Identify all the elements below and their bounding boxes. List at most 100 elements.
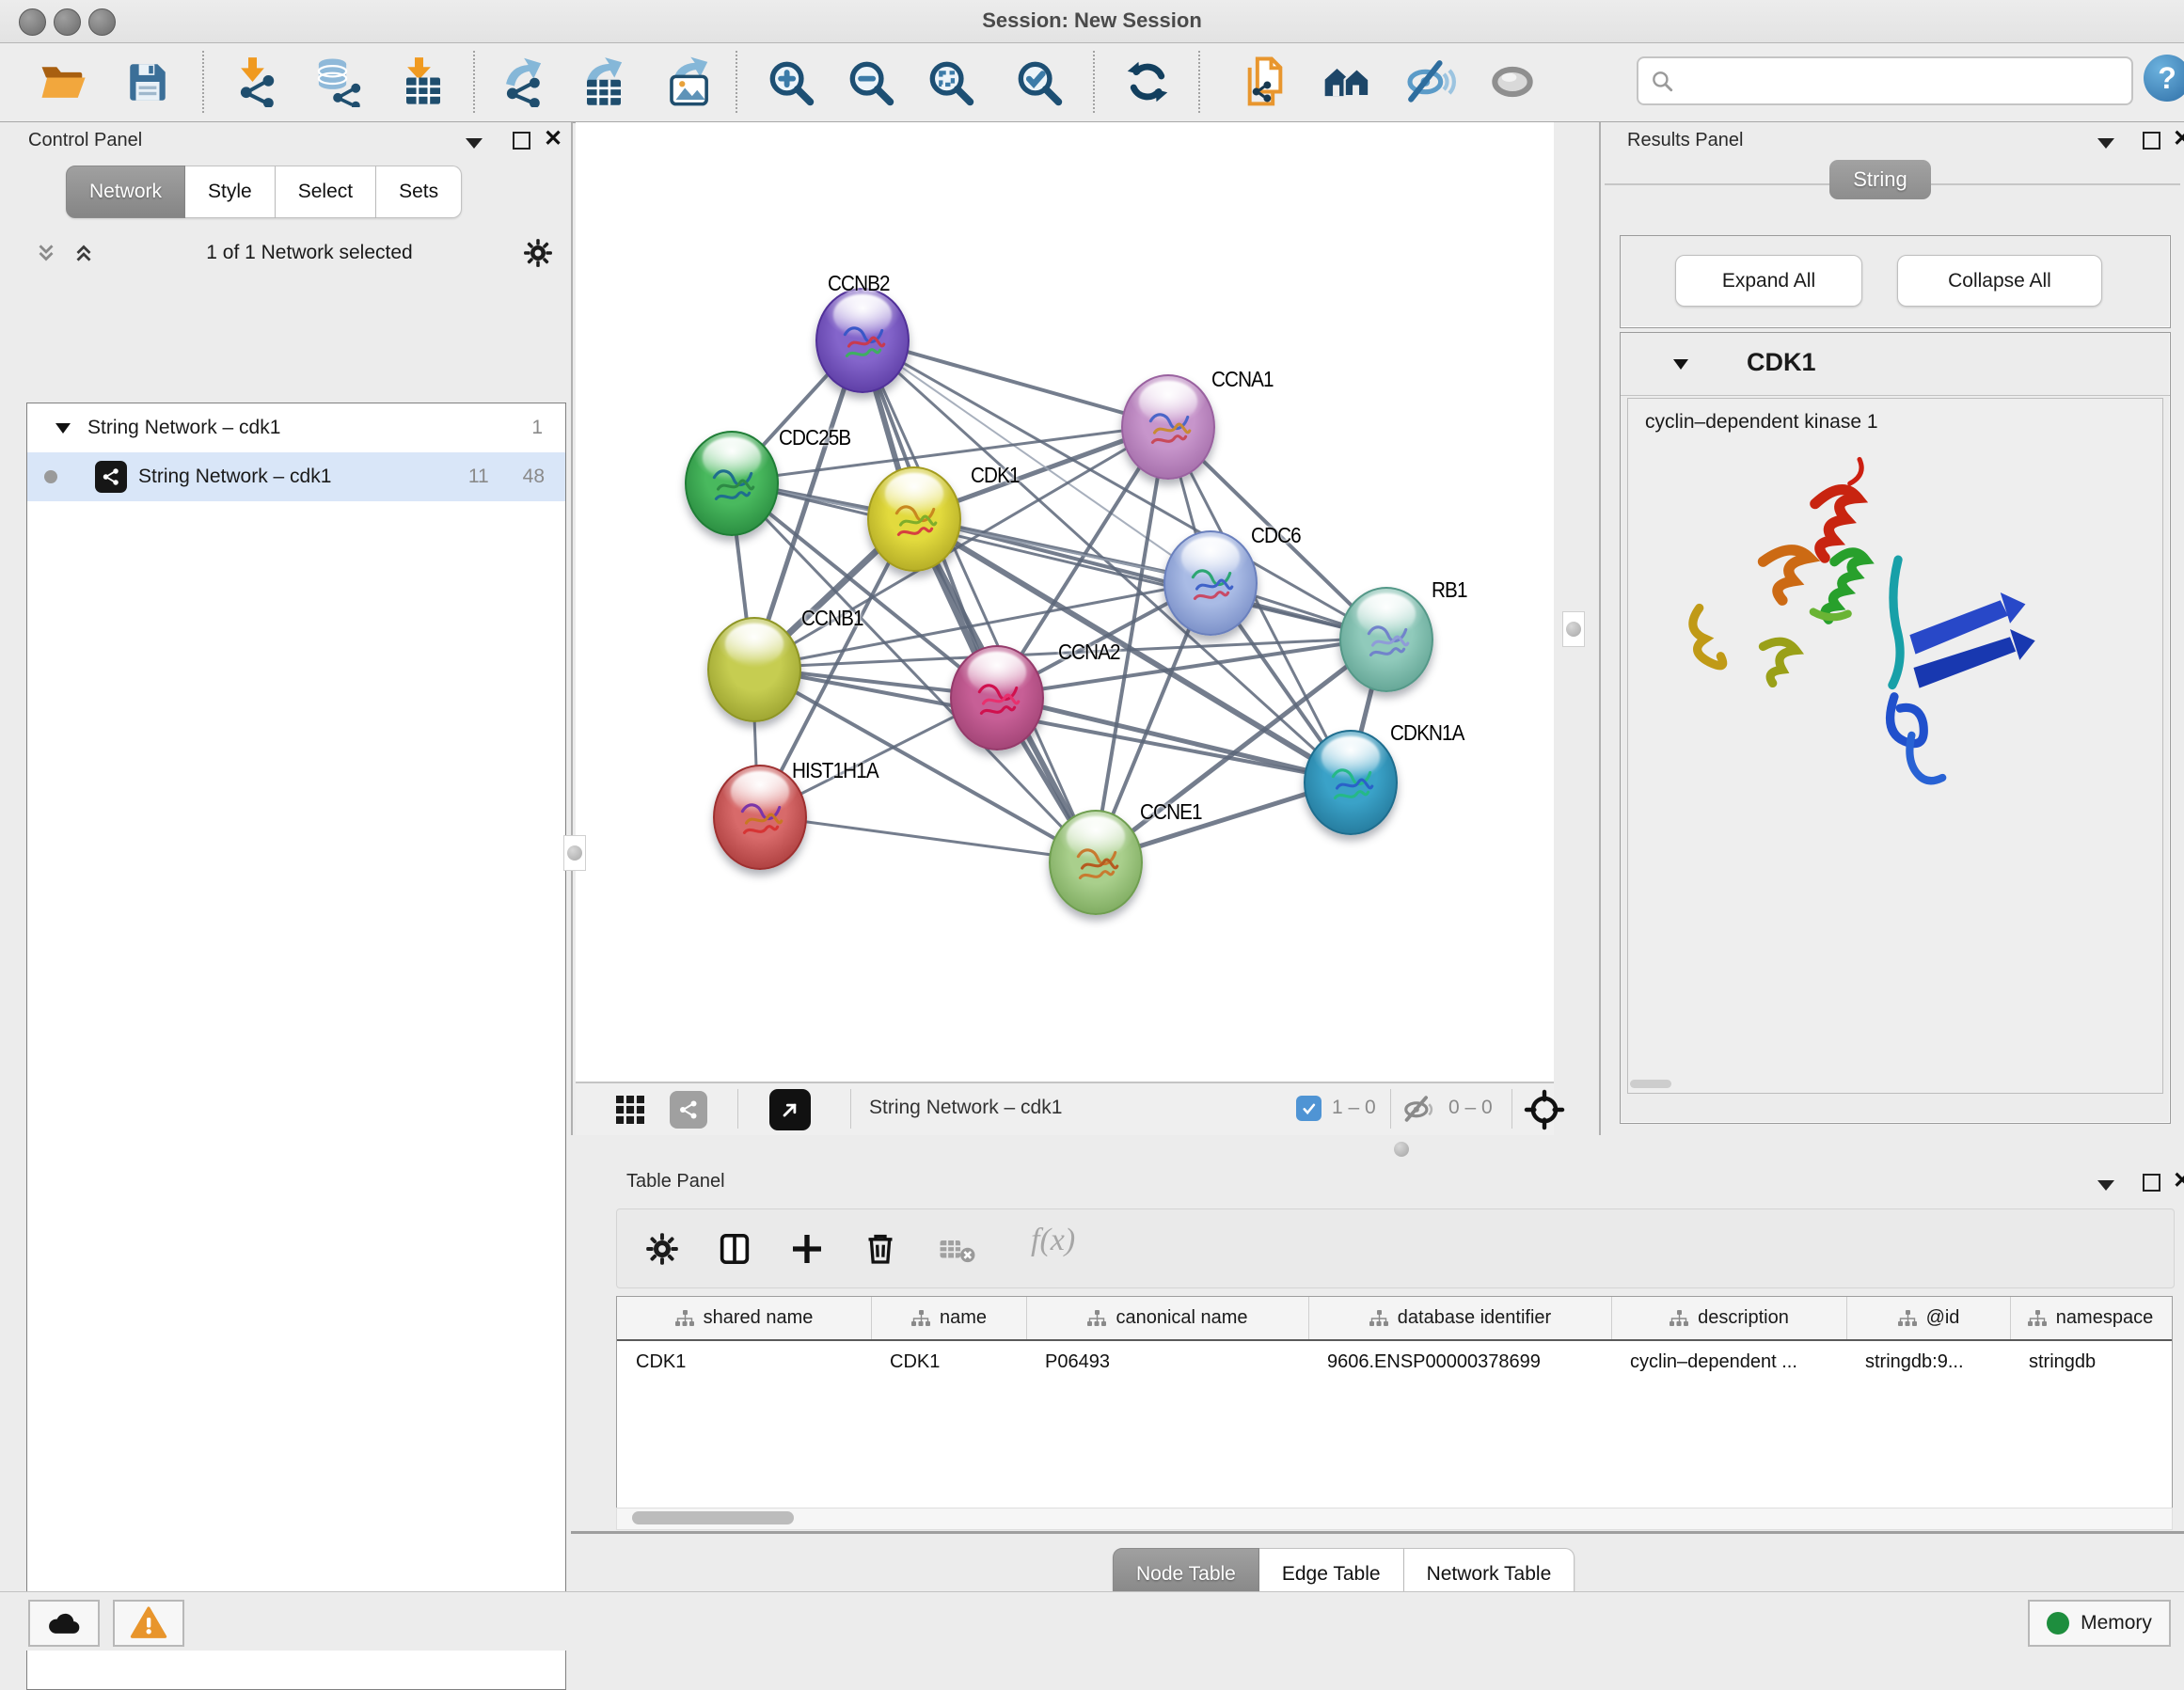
zoom-out-button[interactable]	[843, 55, 897, 109]
hide-selected-button[interactable]	[1402, 55, 1457, 109]
left-splitter-handle[interactable]	[563, 835, 586, 871]
network-list-header: 1 of 1 Network selected	[26, 226, 564, 280]
import-network-from-file-button[interactable]	[229, 55, 284, 109]
node-CDC6[interactable]	[1163, 530, 1258, 636]
column-header-name[interactable]: name	[871, 1297, 1026, 1339]
table-cell[interactable]: 9606.ENSP00000378699	[1308, 1341, 1611, 1383]
tab-network[interactable]: Network	[66, 166, 185, 218]
node-CDK1[interactable]	[867, 466, 961, 572]
table-settings-gear-icon[interactable]	[645, 1232, 679, 1266]
column-header-label: shared name	[704, 1307, 814, 1329]
splitter-grip-icon[interactable]	[1394, 1142, 1409, 1157]
network-view-type-icon[interactable]	[670, 1091, 707, 1129]
column-header-id[interactable]: @id	[1846, 1297, 2010, 1339]
table-hscrollbar-track[interactable]	[616, 1508, 2173, 1530]
right-splitter-handle[interactable]	[1562, 611, 1585, 647]
selected-nodes-checkbox[interactable]	[1296, 1096, 1321, 1121]
save-session-button[interactable]	[120, 55, 175, 109]
control-panel-float-icon[interactable]	[513, 132, 530, 154]
network-view-title: String Network – cdk1	[869, 1097, 1062, 1119]
attribute-tree-icon	[675, 1310, 694, 1327]
collection-expand-icon[interactable]	[55, 423, 71, 434]
node-RB1[interactable]	[1339, 587, 1433, 692]
home-button[interactable]	[1320, 55, 1374, 109]
zoom-selected-button[interactable]	[1011, 55, 1066, 109]
edge-CCNB2-CCNE1[interactable]	[861, 339, 1094, 861]
expand-all-tree-icon[interactable]	[71, 241, 96, 265]
node-CCNB1[interactable]	[707, 617, 801, 722]
import-network-from-database-button[interactable]	[309, 55, 364, 109]
table-panel-float-icon[interactable]	[2143, 1174, 2160, 1196]
table-cell[interactable]: P06493	[1026, 1341, 1308, 1383]
column-header-database-identifier[interactable]: database identifier	[1308, 1297, 1611, 1339]
column-header-shared-name[interactable]: shared name	[617, 1297, 871, 1339]
results-panel-float-icon[interactable]	[2143, 132, 2160, 154]
tab-select[interactable]: Select	[276, 166, 376, 218]
table-cell[interactable]: stringdb:9...	[1846, 1341, 2010, 1383]
crosslinks-scrollbar[interactable]	[1630, 1080, 1671, 1088]
node-CCNB2[interactable]	[815, 288, 910, 393]
delete-column-trash-icon[interactable]	[862, 1229, 899, 1267]
table-row[interactable]: CDK1CDK1P064939606.ENSP00000378699cyclin…	[617, 1341, 2172, 1383]
network-row-selected[interactable]: String Network – cdk1 11 48	[27, 452, 565, 501]
table-cell[interactable]: cyclin–dependent ...	[1611, 1341, 1846, 1383]
control-panel-title: Control Panel	[28, 130, 142, 151]
splitter-grip-icon	[1566, 622, 1581, 637]
results-panel-close-icon[interactable]: ✕	[2173, 130, 2184, 149]
table-cell[interactable]: CDK1	[617, 1341, 871, 1383]
zoom-in-button[interactable]	[763, 55, 817, 109]
node-CCNA2[interactable]	[950, 645, 1044, 750]
table-panel-menu-icon[interactable]	[2097, 1178, 2114, 1195]
network-canvas[interactable]: CCNB2CCNA1CDC25BCDK1CDC6RB1CCNB1CCNA2CDK…	[576, 122, 1554, 1082]
export-network-button[interactable]	[496, 55, 550, 109]
node-CDC25B[interactable]	[685, 431, 779, 536]
collapse-all-tree-icon[interactable]	[34, 241, 58, 265]
column-header-description[interactable]: description	[1611, 1297, 1846, 1339]
grid-view-icon[interactable]	[613, 1093, 647, 1127]
control-panel-close-icon[interactable]: ✕	[544, 130, 562, 149]
table-hscrollbar-thumb[interactable]	[632, 1511, 794, 1524]
table-cell[interactable]: CDK1	[871, 1341, 1026, 1383]
control-panel-menu-icon[interactable]	[466, 136, 483, 153]
search-input[interactable]	[1684, 70, 2120, 93]
search-field[interactable]	[1637, 56, 2133, 105]
edge-HIST1H1A-CCNE1[interactable]	[758, 815, 1094, 861]
node-gloss	[725, 624, 783, 664]
cloud-status-button[interactable]	[28, 1600, 100, 1647]
tab-sets[interactable]: Sets	[376, 166, 462, 218]
node-label-CCNA1: CCNA1	[1211, 367, 1274, 392]
birdseye-view-icon[interactable]	[769, 1089, 811, 1130]
add-column-plus-icon[interactable]	[788, 1230, 826, 1268]
node-CCNA1[interactable]	[1121, 374, 1215, 480]
column-header-canonical-name[interactable]: canonical name	[1026, 1297, 1308, 1339]
first-neighbors-button[interactable]	[1238, 55, 1292, 109]
memory-button[interactable]: Memory	[2028, 1600, 2171, 1647]
open-session-button[interactable]	[36, 55, 90, 109]
node-CCNE1[interactable]	[1049, 810, 1143, 915]
help-button[interactable]: ?	[2144, 55, 2184, 102]
table-cell[interactable]: stringdb	[2010, 1341, 2170, 1383]
expand-all-button[interactable]: Expand All	[1675, 255, 1862, 307]
tab-string[interactable]: String	[1829, 160, 1931, 199]
node-label-CCNE1: CCNE1	[1140, 799, 1202, 825]
warnings-button[interactable]	[113, 1600, 184, 1647]
gene-section-header[interactable]: CDK1	[1621, 333, 2170, 396]
network-collection-row[interactable]: String Network – cdk1 1	[27, 403, 565, 452]
node-CDKN1A[interactable]	[1304, 730, 1398, 835]
collapse-all-button[interactable]: Collapse All	[1897, 255, 2102, 307]
zoom-fit-button[interactable]	[923, 55, 977, 109]
protein-thumbnail-icon	[704, 460, 759, 514]
gene-collapse-icon[interactable]	[1673, 359, 1688, 370]
show-all-button[interactable]	[1485, 55, 1540, 109]
network-options-gear-icon[interactable]	[523, 238, 553, 268]
export-table-button[interactable]	[577, 55, 631, 109]
fit-selected-crosshair-icon[interactable]	[1524, 1089, 1565, 1130]
import-table-from-file-button[interactable]	[396, 55, 451, 109]
results-panel-menu-icon[interactable]	[2097, 136, 2114, 153]
refresh-view-button[interactable]	[1120, 55, 1175, 109]
column-header-namespace[interactable]: namespace	[2010, 1297, 2170, 1339]
export-image-button[interactable]	[661, 55, 716, 109]
show-columns-icon[interactable]	[716, 1230, 753, 1268]
table-panel-close-icon[interactable]: ✕	[2173, 1172, 2184, 1191]
tab-style[interactable]: Style	[185, 166, 276, 218]
